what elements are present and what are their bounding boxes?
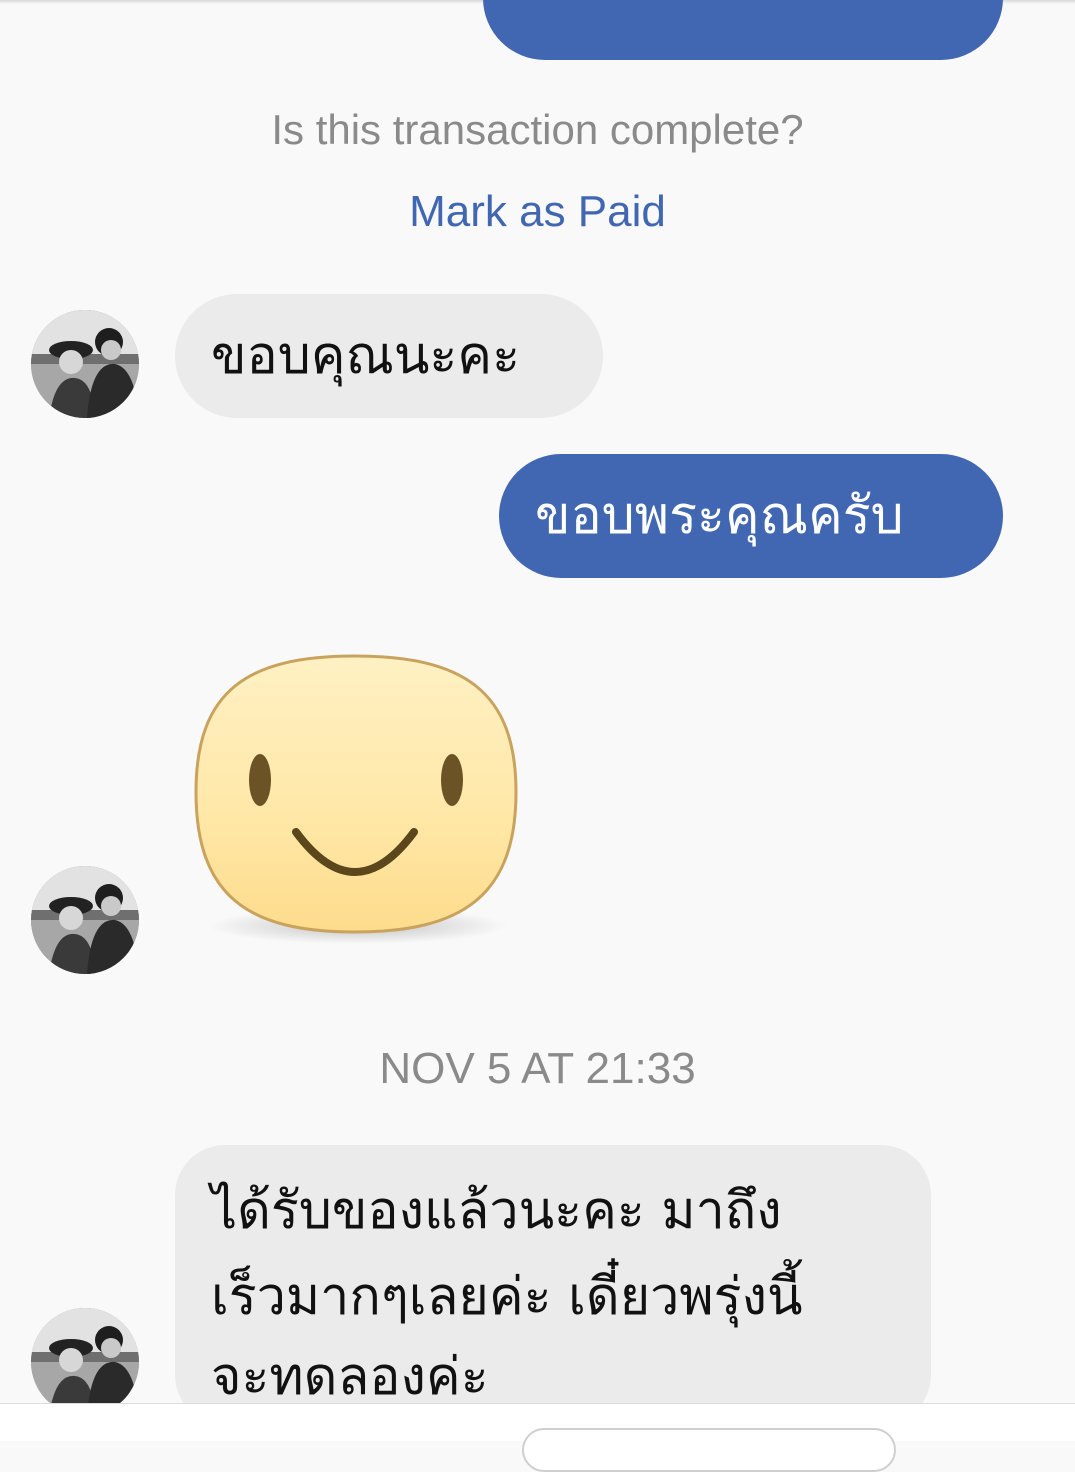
incoming-message-bubble-multiline[interactable]: ได้รับของแล้วนะคะ มาถึง เร็วมากๆเลยค่ะ เ…: [175, 1145, 931, 1425]
timestamp: NOV 5 AT 21:33: [379, 1044, 696, 1093]
avatar-photo-icon: [31, 1308, 139, 1416]
payment-question: Is this transaction complete?: [271, 106, 804, 153]
message-line: เร็วมากๆเลยค่ะ เดี๋ยวพรุ่งนี้: [211, 1267, 803, 1327]
avatar-photo-icon: [31, 310, 139, 418]
message-text: ขอบคุณนะคะ: [211, 326, 521, 386]
smiley-face-sticker[interactable]: [190, 650, 520, 950]
composer-pill[interactable]: [522, 1428, 896, 1472]
mark-as-paid-link[interactable]: Mark as Paid: [0, 184, 1075, 240]
outgoing-message-bubble[interactable]: ขอบพระคุณครับ: [499, 454, 1003, 578]
message-text: ขอบพระคุณครับ: [535, 486, 904, 546]
bottom-bar: [0, 1403, 1075, 1472]
avatar[interactable]: [31, 866, 139, 974]
incoming-message-bubble[interactable]: ขอบคุณนะคะ: [175, 294, 603, 418]
smiley-face-icon: [194, 654, 518, 944]
mark-as-paid-label[interactable]: Mark as Paid: [409, 187, 666, 236]
message-line: จะทดลองค่ะ: [211, 1347, 489, 1407]
avatar[interactable]: [31, 310, 139, 418]
avatar-photo-icon: [31, 866, 139, 974]
message-line: ได้รับของแล้วนะคะ มาถึง: [211, 1181, 782, 1241]
avatar[interactable]: [31, 1308, 139, 1416]
outgoing-message-bubble-code[interactable]: ew171461480th: [483, 0, 1003, 60]
